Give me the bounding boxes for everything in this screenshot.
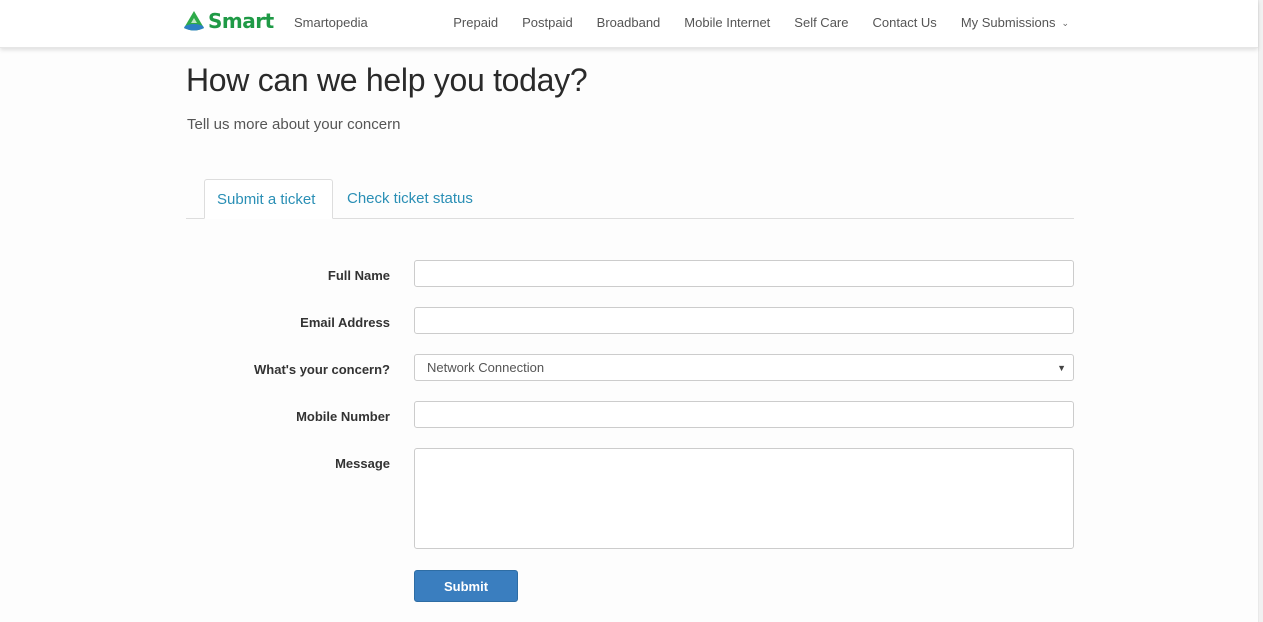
concern-select[interactable]: Network Connection ▼ <box>414 354 1074 381</box>
page-subtitle: Tell us more about your concern <box>187 116 401 133</box>
nav-contact-us[interactable]: Contact Us <box>873 15 937 30</box>
tab-check-ticket-status[interactable]: Check ticket status <box>335 179 485 219</box>
nav-mobile-internet[interactable]: Mobile Internet <box>684 15 770 30</box>
message-textarea[interactable] <box>414 448 1074 549</box>
main-nav: Prepaid Postpaid Broadband Mobile Intern… <box>453 15 1069 30</box>
nav-my-submissions-label: My Submissions <box>960 15 1056 30</box>
nav-postpaid[interactable]: Postpaid <box>522 15 573 30</box>
full-name-input[interactable] <box>414 260 1074 287</box>
ticket-tabs: Submit a ticket Check ticket status <box>186 179 1074 219</box>
full-name-label: Full Name <box>327 268 390 283</box>
smart-logo[interactable]: Smart <box>182 8 274 34</box>
nav-self-care[interactable]: Self Care <box>794 15 848 30</box>
page-title: How can we help you today? <box>186 62 588 98</box>
nav-my-submissions[interactable]: My Submissions ⌄ <box>961 15 1069 30</box>
page-scrollbar[interactable] <box>1258 0 1263 622</box>
dropdown-arrow-icon: ▼ <box>1057 362 1066 373</box>
concern-selected-value: Network Connection <box>427 360 545 375</box>
tab-submit-ticket[interactable]: Submit a ticket <box>204 179 333 219</box>
nav-broadband[interactable]: Broadband <box>597 15 661 30</box>
mobile-label: Mobile Number <box>296 409 390 424</box>
message-label: Message <box>335 456 390 471</box>
brand-name: Smart <box>208 9 274 33</box>
email-label: Email Address <box>300 315 390 330</box>
concern-label: What's your concern? <box>254 362 390 377</box>
nav-prepaid[interactable]: Prepaid <box>453 15 498 30</box>
smart-logo-icon <box>184 11 204 31</box>
submit-button[interactable]: Submit <box>414 570 518 602</box>
email-input[interactable] <box>414 307 1074 334</box>
site-header: Smart Smartopedia Prepaid Postpaid Broad… <box>0 0 1258 48</box>
smartopedia-link[interactable]: Smartopedia <box>294 15 368 30</box>
mobile-input[interactable] <box>414 401 1074 428</box>
chevron-down-icon: ⌄ <box>1061 18 1069 28</box>
